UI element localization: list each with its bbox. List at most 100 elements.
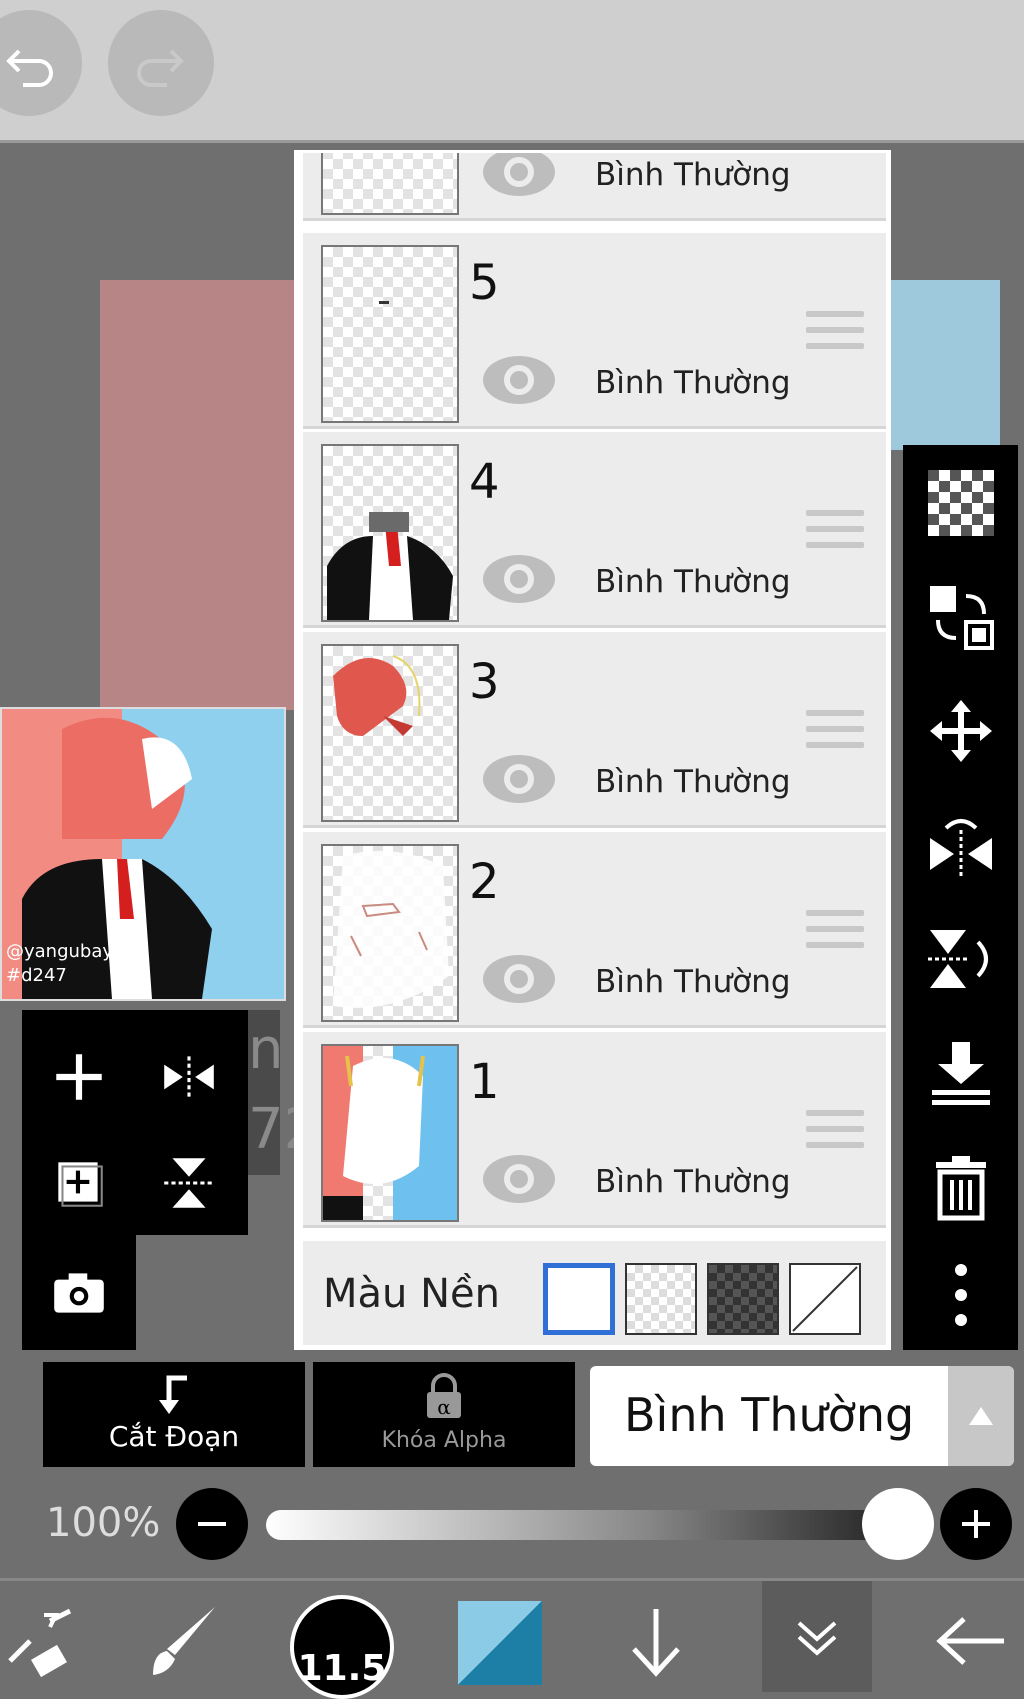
swap-icon bbox=[930, 586, 994, 650]
layer-number: 5 bbox=[469, 255, 500, 311]
layer-down-button[interactable] bbox=[606, 1591, 706, 1691]
layer-number: 2 bbox=[469, 854, 500, 910]
arrow-left-icon bbox=[936, 1617, 1004, 1665]
blend-dropdown-arrow[interactable] bbox=[948, 1366, 1014, 1466]
checkerboard-icon bbox=[928, 470, 994, 536]
color-swatch-button[interactable] bbox=[458, 1601, 542, 1685]
layer-number: 4 bbox=[469, 454, 500, 510]
layer-thumbnail bbox=[321, 153, 459, 215]
layer-blend-mode: Bình Thường bbox=[595, 564, 791, 600]
layer-row[interactable]: Bình Thường bbox=[303, 150, 886, 221]
flip-vertical-button[interactable] bbox=[144, 1138, 234, 1228]
opacity-slider-knob[interactable] bbox=[862, 1488, 934, 1560]
right-layer-toolbar bbox=[903, 445, 1018, 1350]
flip-layer-vertical-button[interactable] bbox=[921, 919, 1001, 999]
layer-thumbnail bbox=[321, 1044, 459, 1222]
bg-swatch-transparent-light[interactable] bbox=[625, 1263, 697, 1335]
eye-icon[interactable] bbox=[481, 1152, 557, 1206]
layers-panel: Bình Thường 5 Bình Thường 4 Bình Thường bbox=[294, 150, 891, 1350]
brush-size-button[interactable]: 11.5 bbox=[290, 1595, 394, 1699]
redo-icon bbox=[137, 49, 184, 87]
bg-swatch-transparent-dark[interactable] bbox=[707, 1263, 779, 1335]
blend-mode-select[interactable]: Bình Thường bbox=[590, 1366, 1014, 1466]
layer-row[interactable]: 1 Bình Thường bbox=[303, 1032, 886, 1228]
layer-blend-mode: Bình Thường bbox=[595, 365, 791, 401]
add-copy-layer-button[interactable] bbox=[34, 1138, 124, 1228]
merge-down-button[interactable] bbox=[921, 1033, 1001, 1113]
drag-handle-icon[interactable] bbox=[806, 510, 864, 556]
delete-layer-button[interactable] bbox=[921, 1147, 1001, 1227]
eye-icon[interactable] bbox=[481, 952, 557, 1006]
move-button[interactable] bbox=[921, 691, 1001, 771]
layer-blend-mode: Bình Thường bbox=[595, 157, 791, 193]
drag-handle-icon[interactable] bbox=[806, 710, 864, 756]
layer-blend-mode: Bình Thường bbox=[595, 764, 791, 800]
more-vertical-icon bbox=[955, 1264, 967, 1326]
eye-icon[interactable] bbox=[481, 353, 557, 407]
layer-thumbnail bbox=[321, 245, 459, 423]
plus-icon bbox=[962, 1510, 990, 1538]
add-layer-square-icon bbox=[58, 1162, 103, 1207]
double-chevron-down-icon bbox=[797, 1621, 837, 1656]
canvas-artwork-right[interactable] bbox=[890, 280, 1000, 450]
svg-text:α: α bbox=[437, 1395, 451, 1419]
transform-tool-button[interactable] bbox=[0, 1591, 90, 1691]
flip-horizontal-button[interactable] bbox=[144, 1032, 234, 1122]
blend-mode-value: Bình Thường bbox=[624, 1388, 915, 1442]
collapse-button[interactable] bbox=[762, 1581, 872, 1692]
flip-layer-horizontal-button[interactable] bbox=[921, 805, 1001, 885]
brush-tool-button[interactable] bbox=[135, 1591, 235, 1691]
layer-thumbnail bbox=[321, 444, 459, 622]
clipping-button[interactable]: Cắt Đoạn bbox=[43, 1362, 305, 1467]
camera-icon bbox=[54, 1273, 104, 1313]
transform-icon bbox=[8, 1608, 72, 1678]
layer-blend-mode: Bình Thường bbox=[595, 1164, 791, 1200]
drag-handle-icon[interactable] bbox=[806, 311, 864, 357]
clipping-label: Cắt Đoạn bbox=[108, 1420, 240, 1453]
alpha-lock-button[interactable]: α Khóa Alpha bbox=[313, 1362, 575, 1467]
trash-icon bbox=[936, 1156, 986, 1221]
layer-thumbnail bbox=[321, 644, 459, 822]
arrow-down-icon bbox=[632, 1609, 680, 1677]
bg-swatch-white[interactable] bbox=[543, 1263, 615, 1335]
flip-vertical-icon bbox=[928, 930, 988, 988]
opacity-increase-button[interactable] bbox=[940, 1488, 1012, 1560]
drag-handle-icon[interactable] bbox=[806, 910, 864, 956]
eye-icon[interactable] bbox=[481, 552, 557, 606]
undo-icon bbox=[6, 49, 53, 87]
minus-icon bbox=[198, 1522, 226, 1526]
move-arrows-icon bbox=[930, 700, 992, 762]
brush-size-value: 11.5 bbox=[297, 1647, 387, 1689]
plus-icon bbox=[56, 1054, 102, 1100]
back-button[interactable] bbox=[920, 1591, 1020, 1691]
camera-button[interactable] bbox=[34, 1247, 124, 1337]
alpha-lock-label: Khóa Alpha bbox=[381, 1428, 507, 1453]
bg-swatch-none[interactable] bbox=[789, 1263, 861, 1335]
layer-row[interactable]: 2 Bình Thường bbox=[303, 832, 886, 1028]
swap-layer-button[interactable] bbox=[921, 577, 1001, 657]
drag-handle-icon[interactable] bbox=[806, 1110, 864, 1156]
bottom-toolbar: 11.5 bbox=[0, 1578, 1024, 1699]
layer-row[interactable]: 5 Bình Thường bbox=[303, 233, 886, 429]
transparency-button[interactable] bbox=[921, 463, 1001, 543]
top-toolbar bbox=[0, 0, 1024, 143]
opacity-slider-track[interactable] bbox=[266, 1510, 896, 1540]
undo-button[interactable] bbox=[0, 10, 82, 116]
layer-number: 3 bbox=[469, 654, 500, 710]
diagonal-slash-icon bbox=[792, 1266, 858, 1332]
eye-icon[interactable] bbox=[481, 150, 557, 199]
more-options-button[interactable] bbox=[921, 1255, 1001, 1335]
background-color-label: Màu Nền bbox=[323, 1271, 500, 1317]
clip-arrow-icon bbox=[159, 1375, 187, 1414]
watermark-handle: @yangubay bbox=[6, 941, 114, 962]
eye-icon[interactable] bbox=[481, 752, 557, 806]
left-tool-palette bbox=[22, 1010, 248, 1235]
add-layer-button[interactable] bbox=[34, 1032, 124, 1122]
canvas-preview: @yangubay #d247 bbox=[0, 707, 286, 1001]
redo-button[interactable] bbox=[108, 10, 214, 116]
layer-row[interactable]: 3 Bình Thường bbox=[303, 632, 886, 828]
canvas-artwork[interactable] bbox=[100, 280, 300, 710]
layer-row[interactable]: 4 Bình Thường bbox=[303, 432, 886, 628]
opacity-decrease-button[interactable] bbox=[176, 1488, 248, 1560]
triangle-up-icon bbox=[969, 1407, 993, 1425]
